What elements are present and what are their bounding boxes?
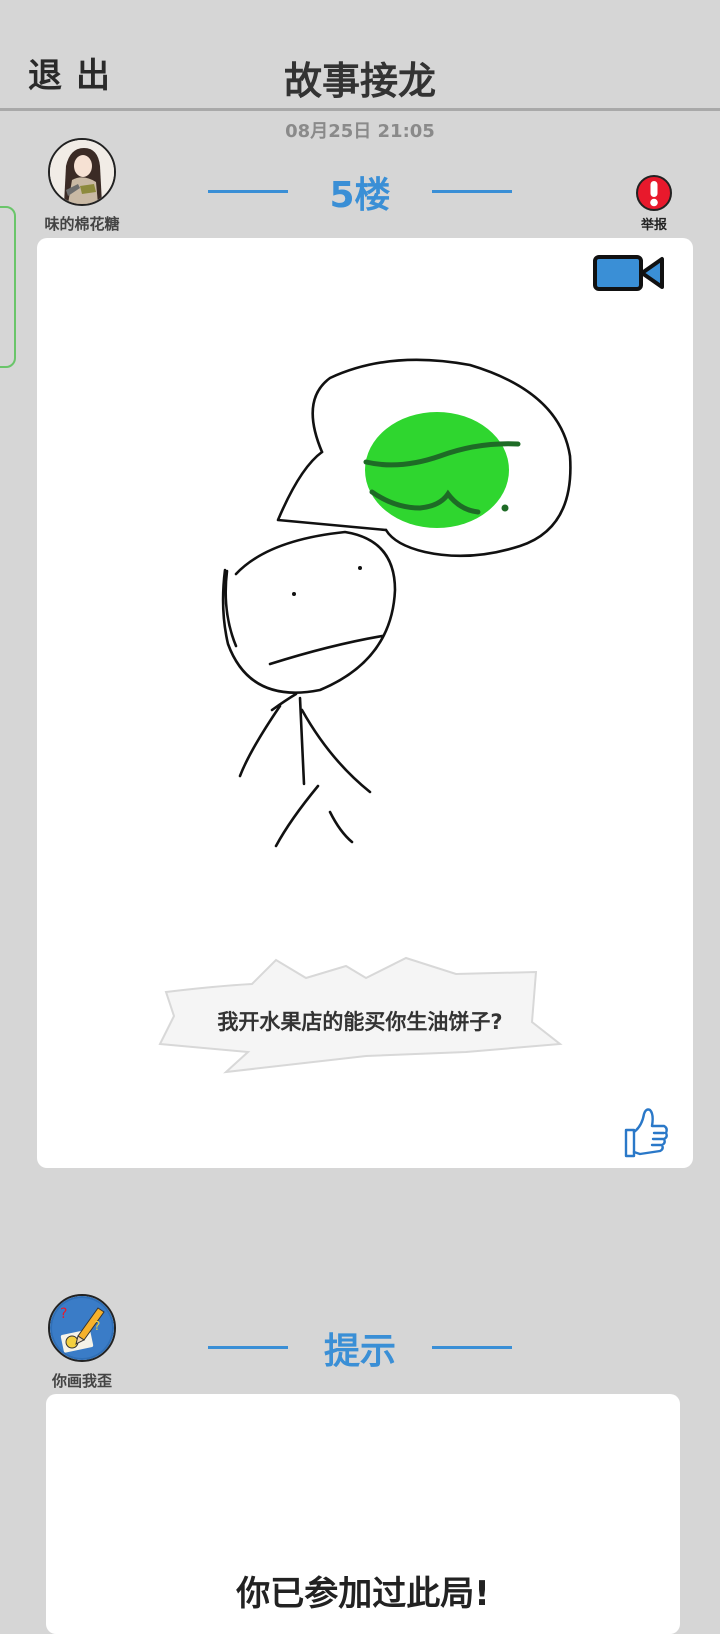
svg-text:?: ? <box>94 1319 100 1333</box>
post-timestamp: 08月25日 21:05 <box>285 121 435 142</box>
divider-line <box>208 1346 288 1349</box>
caption-text: 我开水果店的能买你生油饼子? <box>217 1010 503 1034</box>
video-camera-icon[interactable] <box>592 252 668 294</box>
header-divider <box>0 108 720 111</box>
floor-number: 5楼 <box>329 175 391 216</box>
side-drawer-handle[interactable] <box>0 206 16 368</box>
author-avatar[interactable]: ? ? <box>48 1294 116 1362</box>
divider-line <box>208 190 288 193</box>
report-button[interactable]: 举报 <box>630 172 678 233</box>
thumbs-up-icon[interactable] <box>620 1106 670 1160</box>
divider-line <box>432 190 512 193</box>
exclamation-circle-icon <box>636 175 672 211</box>
author-name: 你画我歪 <box>51 1372 112 1390</box>
hint-title: 提示 <box>323 1331 396 1372</box>
page-title: 故事接龙 <box>283 59 436 103</box>
svg-text:?: ? <box>60 1306 67 1322</box>
author-avatar[interactable] <box>48 138 116 206</box>
divider-line <box>432 1346 512 1349</box>
report-label: 举报 <box>640 218 667 233</box>
hint-message: 你已参加过此局! <box>236 1574 490 1614</box>
author-name: 味的棉花糖 <box>44 215 120 233</box>
